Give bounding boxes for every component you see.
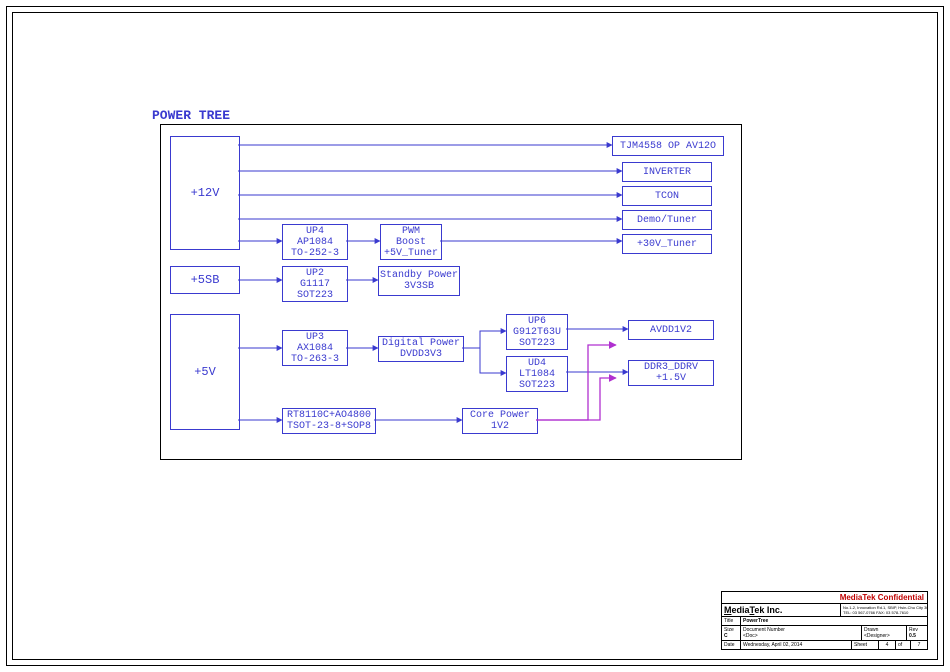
schematic-title: PowerTree	[741, 617, 927, 625]
company-name: MediaTek Inc.	[724, 605, 782, 615]
of-label: of	[896, 641, 911, 649]
drawn-value: <Designer>	[864, 633, 890, 639]
date-label: Date	[722, 641, 741, 649]
company-addr2: TEL: 03 567-0766 FAX: 03 578-7610	[843, 610, 908, 615]
of-value: 7	[911, 641, 927, 649]
sheet-value: 4	[879, 641, 896, 649]
wiring-svg	[0, 0, 950, 672]
rev-value: 0.5	[909, 633, 916, 639]
title-label: Title	[722, 617, 741, 625]
docnum-value: <Doc>	[743, 633, 758, 639]
date-value: Wednesday, April 02, 2014	[741, 641, 852, 649]
sheet-label: Sheet	[852, 641, 879, 649]
size-value: C	[724, 633, 728, 639]
confidential-label: MediaTek Confidential	[722, 592, 927, 603]
title-block: MediaTek Confidential MediaTek Inc. No.1…	[721, 591, 928, 650]
